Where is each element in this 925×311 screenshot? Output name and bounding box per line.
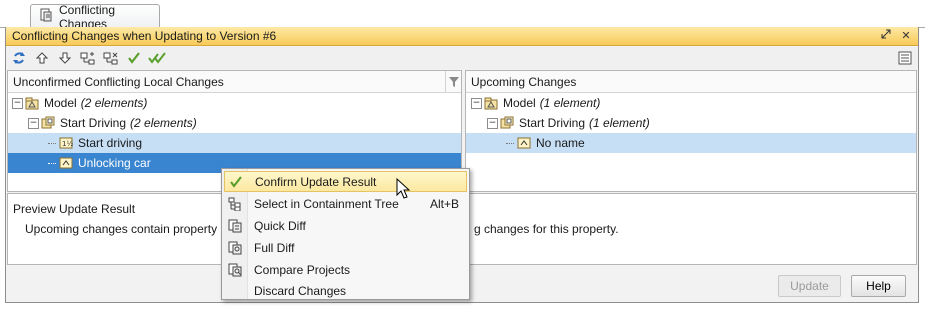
menu-item-discard-changes[interactable]: Discard Changes [224, 280, 467, 301]
menu-item-label: Discard Changes [254, 283, 347, 298]
panel-title: Conflicting Changes when Updating to Ver… [12, 29, 277, 43]
check-icon [225, 172, 247, 192]
collapse-toggle-icon[interactable]: − [28, 117, 39, 129]
preview-text-left: Upcoming changes contain property "Nar [25, 222, 245, 236]
upcoming-changes-header: Upcoming Changes [466, 71, 916, 93]
tree-label: Start Driving [60, 116, 127, 130]
collapse-toggle-icon[interactable]: − [487, 117, 498, 129]
context-menu: Confirm Update Result Select in Containm… [221, 168, 470, 300]
tree-row-model[interactable]: − Model (2 elements) [8, 93, 461, 113]
tree-label: Start driving [78, 136, 143, 150]
preview-text-right: g changes for this property. [474, 222, 619, 236]
model-package-icon [484, 96, 498, 110]
tree-row-start-driving-action[interactable]: 1½ Start driving [8, 133, 461, 153]
use-case-icon [41, 116, 55, 130]
menu-item-label: Confirm Update Result [255, 174, 377, 189]
mouse-pointer-icon [396, 177, 412, 203]
menu-item-select-in-containment-tree[interactable]: Select in Containment Tree Alt+B [224, 193, 467, 214]
tree-connector [48, 162, 56, 164]
menu-item-icon-placeholder [224, 281, 246, 301]
arrow-down-icon[interactable] [56, 49, 74, 67]
menu-item-label: Compare Projects [254, 262, 351, 277]
tree-label: Unlocking car [78, 156, 151, 170]
tree-label: Start Driving [519, 116, 586, 130]
arrow-up-icon[interactable] [33, 49, 51, 67]
update-button[interactable]: Update [778, 275, 841, 297]
collapse-toggle-icon[interactable]: − [12, 97, 23, 109]
tab-conflicting-changes[interactable]: Conflicting Changes [30, 3, 160, 31]
preview-title: Preview Update Result [13, 202, 136, 216]
help-button[interactable]: Help [851, 275, 906, 297]
activity-icon [59, 156, 73, 170]
tree-label: No name [536, 136, 585, 150]
menu-item-quick-diff[interactable]: Quick Diff [224, 215, 467, 236]
refresh-icon[interactable] [10, 49, 28, 67]
check-icon[interactable] [125, 49, 143, 67]
quick-diff-icon [224, 216, 246, 236]
menu-item-label: Full Diff [254, 240, 295, 255]
document-diff-icon [39, 8, 53, 25]
collapse-toggle-icon[interactable]: − [471, 97, 482, 109]
upcoming-changes-title: Upcoming Changes [471, 74, 577, 89]
use-case-icon [500, 116, 514, 130]
tree-row-start-driving[interactable]: − Start Driving (1 element) [466, 113, 916, 133]
menu-item-label: Quick Diff [254, 218, 306, 233]
filter-icon[interactable] [445, 71, 461, 92]
menu-item-confirm-update-result[interactable]: Confirm Update Result [224, 171, 467, 192]
menu-item-shortcut: Alt+B [429, 196, 459, 211]
panel-title-bar: Conflicting Changes when Updating to Ver… [6, 27, 918, 46]
tree-detail: (1 element) [589, 116, 650, 130]
toolbar [6, 47, 918, 69]
local-changes-header: Unconfirmed Conflicting Local Changes [8, 71, 461, 93]
tab-strip: Conflicting Changes [0, 0, 925, 31]
activity-icon [517, 136, 531, 150]
tree-detail: (2 elements) [130, 116, 197, 130]
tree-detail: (2 elements) [80, 96, 148, 110]
tree-connector [48, 142, 56, 144]
tree-detail: (1 element) [539, 96, 601, 110]
tree-label: Model [503, 96, 536, 110]
menu-item-full-diff[interactable]: Full Diff [224, 237, 467, 258]
menu-item-label: Select in Containment Tree [254, 196, 399, 211]
tree-row-start-driving[interactable]: − Start Driving (2 elements) [8, 113, 461, 133]
full-diff-icon [224, 238, 246, 258]
local-changes-title: Unconfirmed Conflicting Local Changes [13, 74, 224, 89]
close-icon[interactable]: ✕ [900, 29, 912, 43]
double-check-icon[interactable] [148, 49, 166, 67]
compare-projects-icon [224, 260, 246, 280]
model-package-icon [25, 96, 39, 110]
menu-item-compare-projects[interactable]: Compare Projects [224, 259, 467, 280]
svg-text:1½: 1½ [62, 140, 73, 148]
containment-tree-icon [224, 194, 246, 214]
tree-label: Model [44, 96, 77, 110]
tree-row-model[interactable]: − Model (1 element) [466, 93, 916, 113]
upcoming-changes-pane: Upcoming Changes − Model (1 element) − S… [465, 70, 917, 192]
expand-tree-icon[interactable] [79, 49, 97, 67]
collapse-tree-icon[interactable] [102, 49, 120, 67]
list-options-icon[interactable] [896, 49, 914, 67]
tree-row-no-name[interactable]: No name [466, 133, 916, 153]
restore-icon[interactable] [880, 29, 892, 43]
action-icon: 1½ [59, 136, 73, 150]
tree-connector [506, 142, 514, 144]
